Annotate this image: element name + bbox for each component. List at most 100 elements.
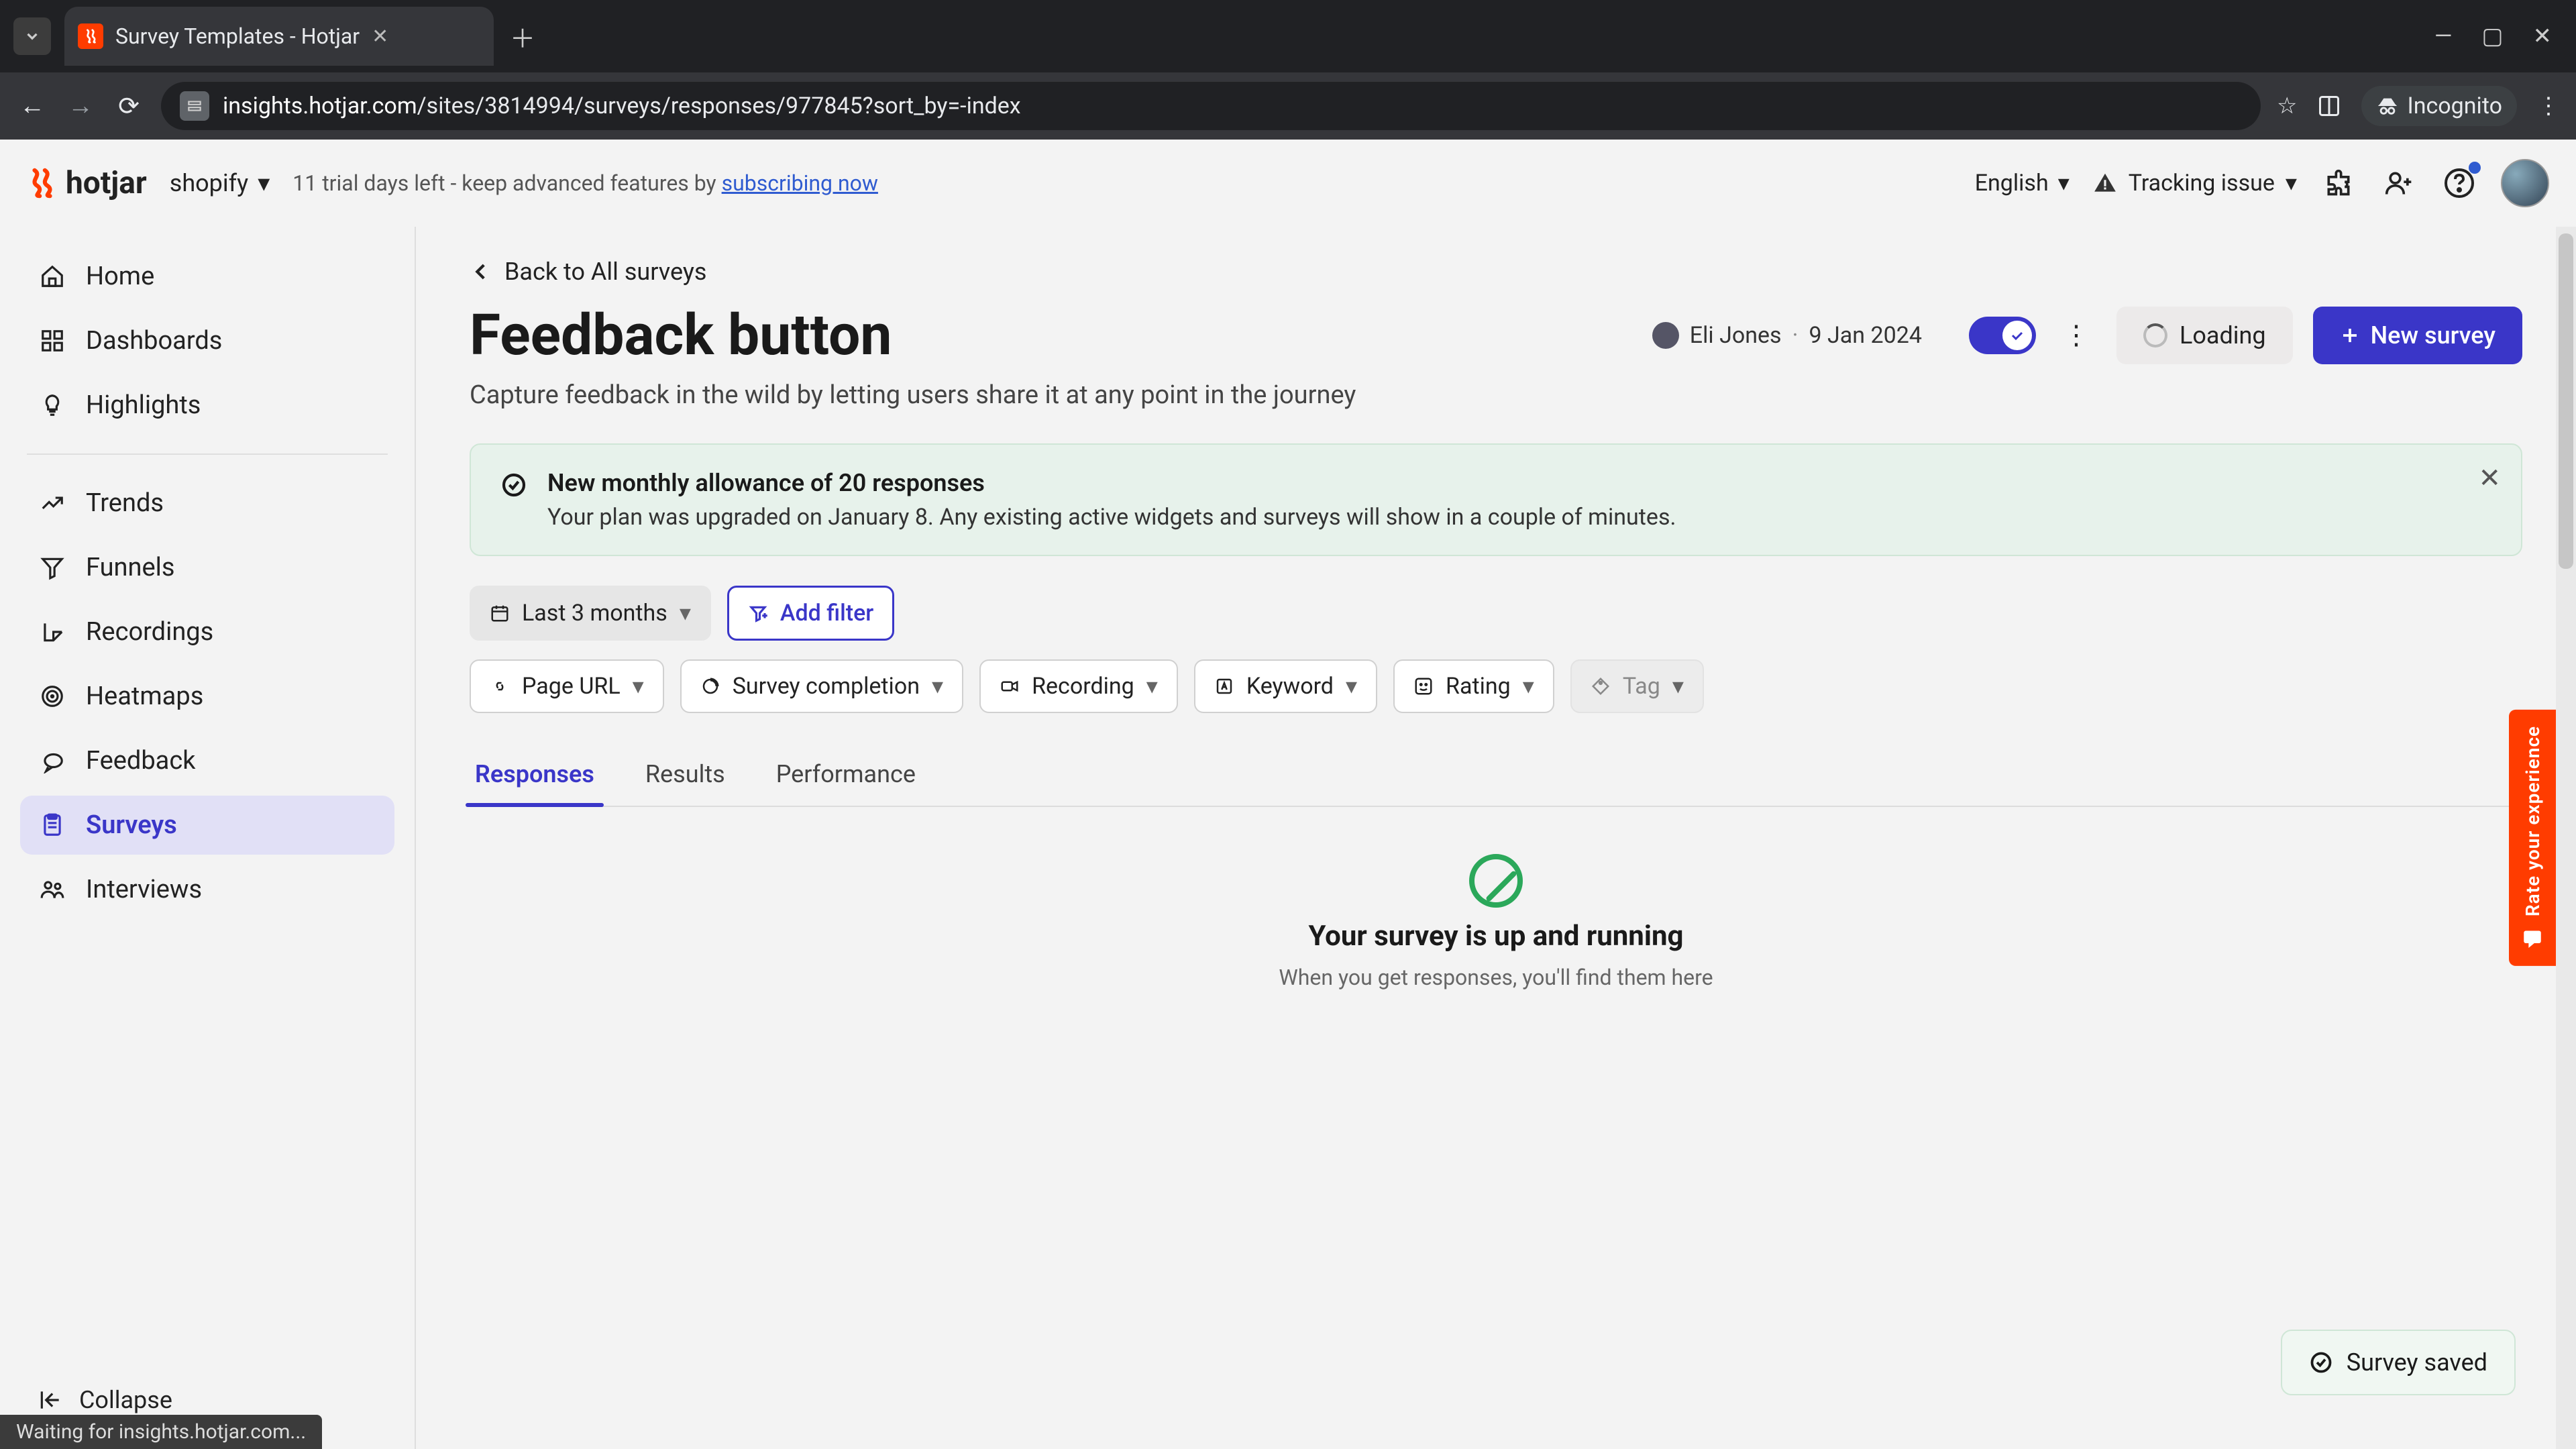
site-info-icon[interactable]: [180, 91, 209, 121]
close-window-icon[interactable]: ✕: [2533, 23, 2553, 50]
smile-icon: [1413, 676, 1434, 696]
tab-results[interactable]: Results: [640, 747, 731, 806]
user-avatar[interactable]: [2501, 159, 2549, 207]
sidebar-item-funnels[interactable]: Funnels: [20, 538, 394, 597]
tab-performance[interactable]: Performance: [771, 747, 921, 806]
sidebar-item-label: Highlights: [86, 390, 201, 420]
filter-chip-page-url[interactable]: Page URL ▾: [470, 659, 664, 713]
chevron-down-icon: ▾: [2286, 170, 2297, 197]
sidebar-item-feedback[interactable]: Feedback: [20, 731, 394, 790]
sidebar-item-recordings[interactable]: Recordings: [20, 602, 394, 661]
survey-date: 9 Jan 2024: [1809, 322, 1921, 349]
filter-chip-keyword[interactable]: Keyword ▾: [1194, 659, 1377, 713]
language-selector[interactable]: English ▾: [1975, 170, 2070, 197]
site-selector[interactable]: shopify ▾: [170, 169, 270, 197]
chat-icon: [2521, 927, 2544, 950]
scrollbar[interactable]: [2556, 227, 2576, 1449]
new-survey-button[interactable]: New survey: [2313, 307, 2522, 364]
chip-label: Tag: [1623, 673, 1660, 700]
chevron-down-icon: ▾: [633, 673, 644, 700]
minimize-icon[interactable]: —: [2434, 23, 2453, 50]
tab-responses[interactable]: Responses: [470, 747, 600, 806]
author-name: Eli Jones: [1690, 322, 1782, 349]
sidebar-item-label: Heatmaps: [86, 682, 203, 711]
browser-address-bar: ← → ⟳ insights.hotjar.com/sites/3814994/…: [0, 72, 2576, 140]
maximize-icon[interactable]: ▢: [2481, 23, 2503, 50]
integrations-icon[interactable]: [2320, 164, 2357, 202]
lightbulb-icon: [38, 392, 67, 418]
nav-back-icon[interactable]: ←: [16, 91, 48, 121]
survey-saved-toast: Survey saved: [2281, 1330, 2516, 1395]
tabs-search-button[interactable]: [13, 17, 51, 55]
rate-experience-tab[interactable]: Rate your experience: [2509, 710, 2556, 966]
app-root: hotjar shopify ▾ 11 trial days left - ke…: [0, 140, 2576, 1449]
sidebar-item-highlights[interactable]: Highlights: [20, 376, 394, 435]
incognito-badge[interactable]: Incognito: [2361, 86, 2517, 126]
filter-chip-tag[interactable]: Tag ▾: [1570, 659, 1704, 713]
back-to-all-link[interactable]: Back to All surveys: [470, 258, 2522, 286]
filter-chip-rating[interactable]: Rating ▾: [1393, 659, 1554, 713]
collapse-label: Collapse: [79, 1386, 172, 1414]
chevron-down-icon: ▾: [932, 673, 943, 700]
recordings-icon: [38, 619, 67, 645]
add-filter-button[interactable]: Add filter: [727, 586, 894, 641]
tracking-issue-label: Tracking issue: [2129, 170, 2275, 197]
tab-title: Survey Templates - Hotjar: [115, 23, 360, 49]
chevron-down-icon: ▾: [2058, 170, 2070, 197]
new-tab-button[interactable]: ＋: [510, 18, 535, 55]
new-survey-label: New survey: [2371, 321, 2496, 350]
reader-mode-icon[interactable]: [2317, 94, 2341, 118]
sidebar-item-label: Surveys: [86, 810, 177, 840]
tracking-issue-dropdown[interactable]: Tracking issue ▾: [2092, 170, 2297, 197]
close-tab-icon[interactable]: ✕: [372, 25, 388, 48]
page-subtitle: Capture feedback in the wild by letting …: [470, 380, 2522, 410]
date-range-filter[interactable]: Last 3 months ▾: [470, 586, 711, 641]
chevron-down-icon: ▾: [1346, 673, 1357, 700]
bookmark-star-icon[interactable]: ☆: [2277, 93, 2297, 119]
banner-title: New monthly allowance of 20 responses: [547, 469, 1676, 497]
site-name: shopify: [170, 169, 248, 197]
url-input[interactable]: insights.hotjar.com/sites/3814994/survey…: [161, 82, 2261, 130]
hotjar-favicon-icon: [78, 23, 103, 49]
invite-user-icon[interactable]: [2380, 164, 2418, 202]
banner-close-icon[interactable]: ✕: [2478, 462, 2501, 494]
text-icon: [1214, 676, 1234, 696]
sidebar-separator: [27, 453, 388, 455]
dashboard-icon: [38, 328, 67, 354]
browser-tab[interactable]: Survey Templates - Hotjar ✕: [64, 7, 494, 66]
hotjar-logo[interactable]: hotjar: [27, 165, 147, 201]
spinner-icon: [2143, 323, 2167, 347]
filter-chip-recording[interactable]: Recording ▾: [979, 659, 1178, 713]
chip-label: Recording: [1032, 673, 1134, 700]
sidebar-item-label: Recordings: [86, 617, 213, 647]
filter-chip-completion[interactable]: Survey completion ▾: [680, 659, 963, 713]
sidebar-item-heatmaps[interactable]: Heatmaps: [20, 667, 394, 726]
chip-label: Survey completion: [733, 673, 920, 700]
scrollbar-thumb[interactable]: [2559, 233, 2573, 569]
more-options-icon[interactable]: ⋮: [2056, 319, 2096, 351]
nav-forward-icon: →: [64, 91, 97, 121]
page-title: Feedback button: [470, 302, 892, 368]
notification-dot-icon: [2469, 162, 2481, 174]
survey-active-toggle[interactable]: [1969, 317, 2036, 354]
help-icon[interactable]: [2440, 164, 2478, 202]
author-chip: Eli Jones · 9 Jan 2024: [1652, 322, 1922, 349]
chevron-down-icon: ▾: [258, 169, 270, 197]
sidebar-item-label: Dashboards: [86, 326, 222, 356]
content-tabs: Responses Results Performance: [470, 747, 2522, 807]
surveys-icon: [38, 812, 67, 838]
nav-reload-icon[interactable]: ⟳: [113, 91, 145, 121]
window-controls: — ▢ ✕: [2434, 23, 2576, 50]
loading-button: Loading: [2116, 307, 2293, 364]
calendar-icon: [490, 603, 510, 623]
upgrade-banner: New monthly allowance of 20 responses Yo…: [470, 443, 2522, 556]
sidebar-item-interviews[interactable]: Interviews: [20, 860, 394, 919]
sidebar-item-home[interactable]: Home: [20, 247, 394, 306]
subscribe-link[interactable]: subscribing now: [722, 170, 878, 196]
sidebar-item-surveys[interactable]: Surveys: [20, 796, 394, 855]
toggle-knob: [2002, 321, 2032, 350]
sidebar-item-trends[interactable]: Trends: [20, 474, 394, 533]
browser-menu-icon[interactable]: ⋮: [2537, 93, 2560, 119]
app-header: hotjar shopify ▾ 11 trial days left - ke…: [0, 140, 2576, 227]
sidebar-item-dashboards[interactable]: Dashboards: [20, 311, 394, 370]
